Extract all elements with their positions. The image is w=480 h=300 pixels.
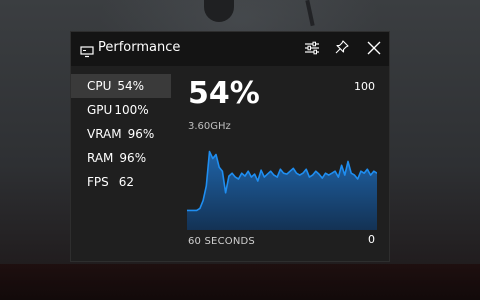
metric-label: RAM	[87, 151, 114, 165]
metric-fps[interactable]: FPS 62	[71, 170, 171, 194]
metric-vram[interactable]: VRAM 96%	[71, 122, 171, 146]
metric-label: GPU	[87, 103, 113, 117]
pin-button[interactable]	[331, 38, 353, 60]
graph-time-label: 60 SECONDS	[188, 236, 255, 247]
metric-ram[interactable]: RAM 96%	[71, 146, 171, 170]
widget-titlebar[interactable]: Performance	[71, 32, 389, 66]
background-vehicle	[0, 264, 480, 300]
metric-value: 100%	[114, 103, 149, 117]
close-button[interactable]	[363, 38, 385, 60]
performance-widget[interactable]: Performance CPU 54% GPU 100% VRAM 96% RA…	[70, 31, 390, 262]
monitor-icon	[80, 43, 94, 58]
graph-min-label: 0	[368, 233, 375, 246]
usage-graph	[187, 150, 377, 230]
metric-gpu[interactable]: GPU 100%	[71, 98, 171, 122]
metric-value: 54%	[117, 79, 145, 93]
current-usage-value: 54%	[188, 76, 260, 111]
metric-value: 96%	[127, 127, 155, 141]
pin-icon	[334, 39, 350, 59]
graph-max-label: 100	[354, 80, 375, 93]
metric-value: 96%	[119, 151, 147, 165]
metric-label: FPS	[87, 175, 109, 189]
metric-label: VRAM	[87, 127, 122, 141]
metric-list: CPU 54% GPU 100% VRAM 96% RAM 96% FPS 62	[71, 74, 171, 194]
close-icon	[367, 40, 381, 59]
options-button[interactable]	[301, 38, 323, 60]
clock-speed: 3.60GHz	[188, 121, 231, 132]
settings-sliders-icon	[304, 40, 320, 59]
metric-label: CPU	[87, 79, 112, 93]
metric-cpu[interactable]: CPU 54%	[71, 74, 171, 98]
widget-title: Performance	[98, 40, 181, 55]
metric-value: 62	[118, 175, 135, 189]
